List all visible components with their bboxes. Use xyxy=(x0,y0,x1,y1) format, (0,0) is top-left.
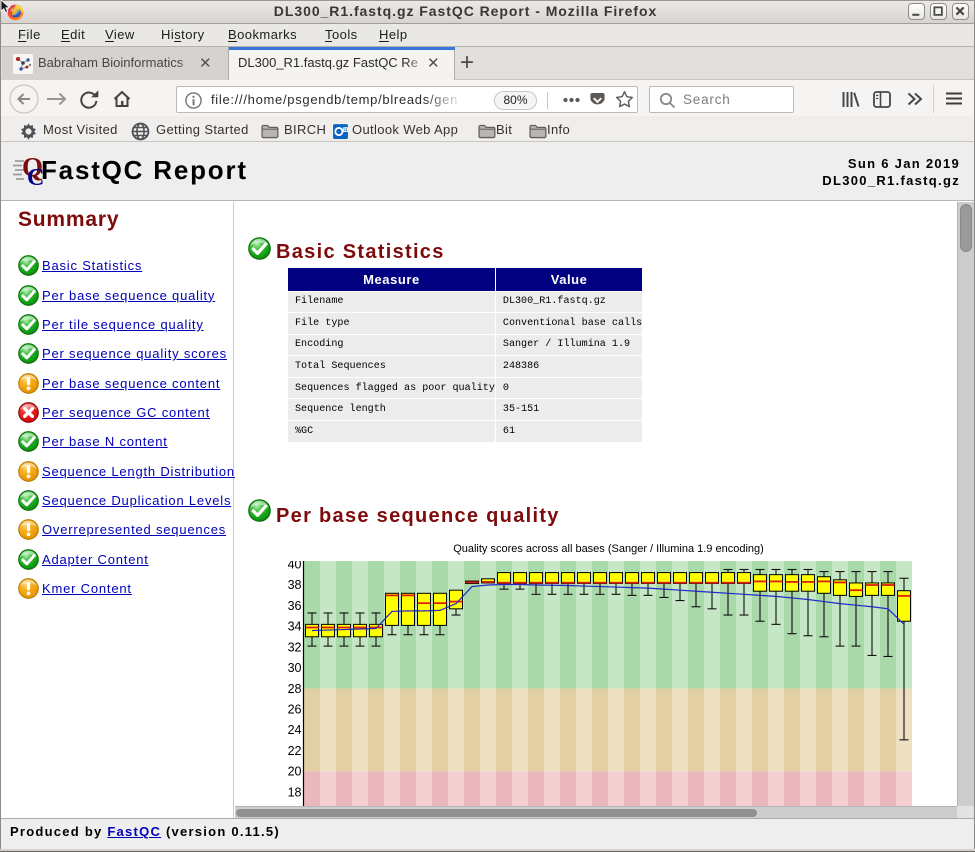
svg-text:30: 30 xyxy=(288,661,302,675)
svg-text:26: 26 xyxy=(288,702,302,716)
svg-text:22: 22 xyxy=(288,744,302,758)
svg-text:34: 34 xyxy=(288,620,302,634)
svg-text:36: 36 xyxy=(288,599,302,613)
svg-text:38: 38 xyxy=(288,578,302,592)
svg-text:40: 40 xyxy=(288,561,302,572)
svg-text:18: 18 xyxy=(288,785,302,799)
svg-text:20: 20 xyxy=(288,765,302,779)
svg-text:28: 28 xyxy=(288,682,302,696)
svg-text:24: 24 xyxy=(288,723,302,737)
svg-text:32: 32 xyxy=(288,640,302,654)
